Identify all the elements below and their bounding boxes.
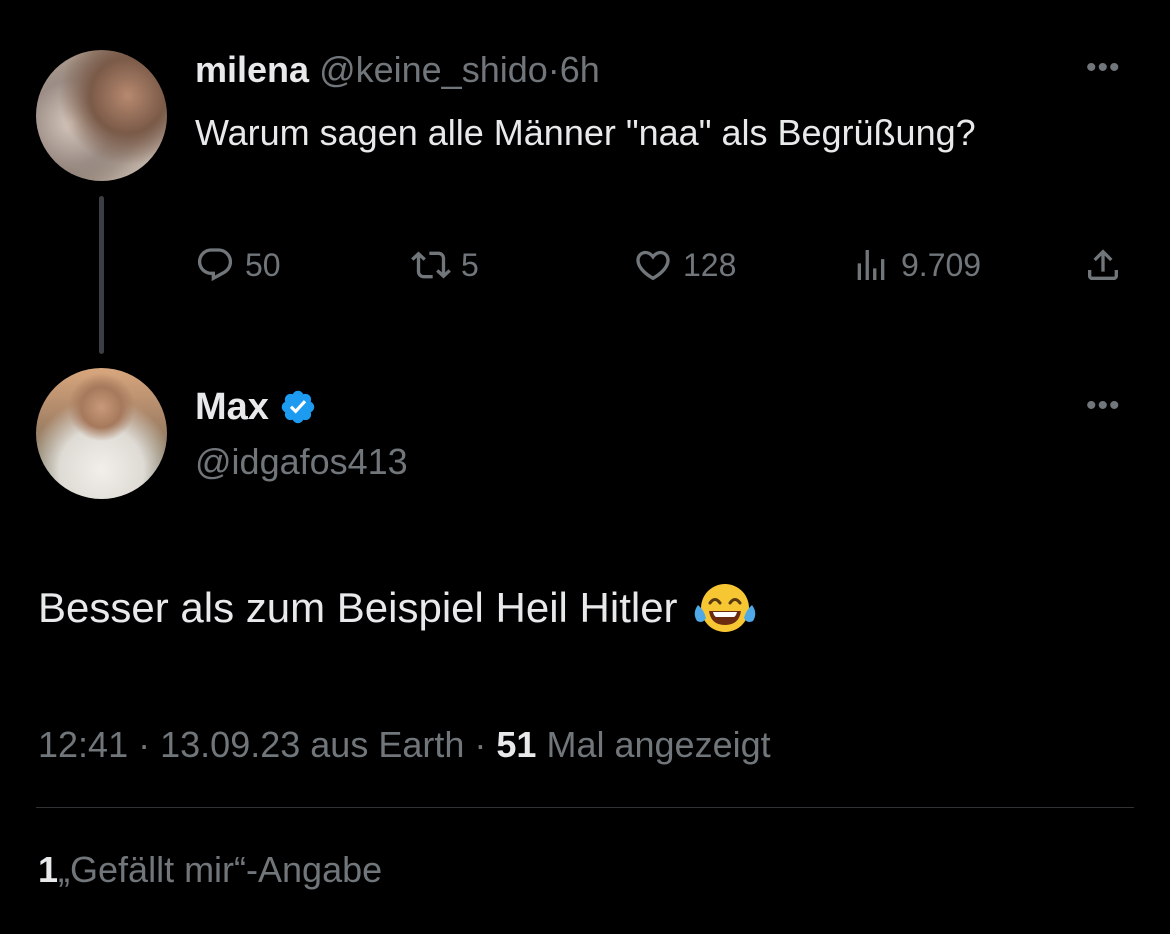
parent-separator: · — [547, 49, 560, 90]
reply-author-row: Max — [195, 384, 317, 430]
parent-tweet-header: milena @keine_shido·6h — [195, 48, 600, 92]
share-button[interactable] — [1083, 240, 1123, 290]
reply-tweet-text-row: Besser als zum Beispiel Heil Hitler — [38, 580, 756, 636]
parent-tweet-text: Warum sagen alle Männer "naa" als Begrüß… — [195, 112, 976, 153]
avatar-milena[interactable] — [36, 50, 167, 181]
like-count: 128 — [683, 246, 737, 283]
parent-action-bar: 50 5 128 9.709 — [195, 240, 1135, 290]
face-with-tears-of-joy-icon — [694, 584, 755, 632]
reply-author-handle[interactable]: @idgafos413 — [195, 440, 408, 484]
reply-date[interactable]: 13.09.23 — [160, 724, 300, 765]
avatar-max[interactable] — [36, 368, 167, 499]
retweet-count: 5 — [461, 246, 479, 283]
reply-button[interactable]: 50 — [195, 240, 281, 290]
meta-separator-1: · — [138, 724, 151, 765]
views-button[interactable]: 9.709 — [851, 240, 981, 290]
like-button[interactable]: 128 — [633, 240, 736, 290]
reply-icon — [197, 248, 233, 282]
reply-likes-row[interactable]: 1„Gefällt mir“-Angabe — [38, 845, 382, 895]
like-icon — [636, 250, 670, 281]
parent-author-name[interactable]: milena — [195, 49, 309, 90]
reply-time[interactable]: 12:41 — [38, 724, 128, 765]
reply-tweet-text: Besser als zum Beispiel Heil Hitler — [38, 584, 678, 631]
tweet-detail-page: milena @keine_shido·6h ••• Warum sagen a… — [0, 0, 1170, 934]
divider — [36, 807, 1134, 808]
retweet-icon — [411, 251, 451, 279]
share-icon — [1088, 249, 1118, 280]
reply-count: 50 — [245, 246, 281, 283]
thread-connector-line — [99, 196, 104, 354]
reply-source: aus Earth — [310, 724, 465, 765]
retweet-button[interactable]: 5 — [411, 240, 479, 290]
reply-likes-label: „Gefällt mir“-Angabe — [58, 849, 383, 890]
views-icon — [857, 250, 885, 280]
parent-timestamp[interactable]: 6h — [560, 49, 600, 90]
reply-author-name[interactable]: Max — [195, 386, 269, 429]
reply-more-icon[interactable]: ••• — [1086, 391, 1121, 421]
reply-views-count: 51 — [496, 724, 537, 765]
views-count: 9.709 — [901, 246, 982, 283]
meta-separator-2: · — [474, 724, 487, 765]
verified-badge-icon[interactable] — [279, 388, 317, 426]
reply-likes-count: 1 — [38, 849, 59, 890]
parent-author-handle[interactable]: @keine_shido — [319, 49, 548, 90]
reply-meta: 12:41 · 13.09.23 aus Earth · 51 Mal ange… — [38, 720, 771, 770]
parent-more-icon[interactable]: ••• — [1086, 53, 1121, 83]
reply-views-label: Mal angezeigt — [546, 724, 771, 765]
